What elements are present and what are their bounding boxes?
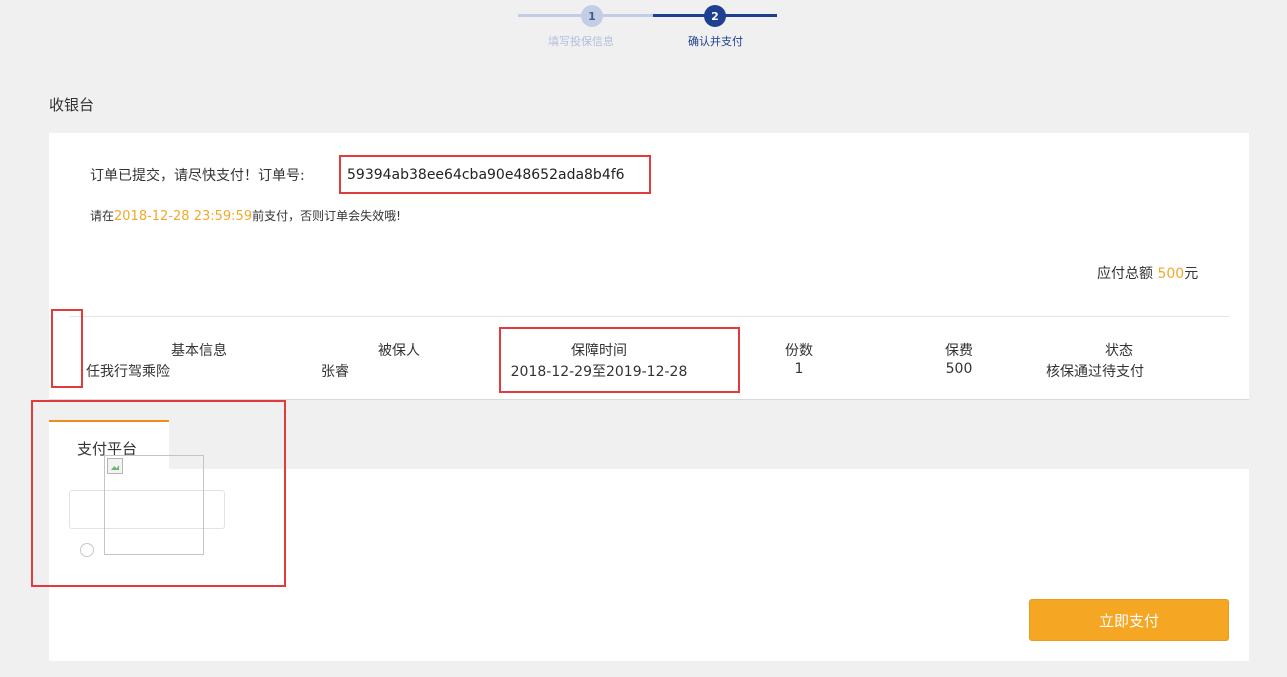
deadline-suffix: 前支付，否则订单会失效哦! xyxy=(252,209,401,223)
cashier-page: 1 2 填写投保信息 确认并支付 收银台 订单已提交，请尽快支付！订单号: 59… xyxy=(0,0,1287,677)
deadline-prefix: 请在 xyxy=(90,209,115,223)
step-2-circle: 2 xyxy=(704,5,726,27)
step-1-label: 填写投保信息 xyxy=(548,35,614,48)
annotation-box-payment xyxy=(31,400,286,587)
pay-now-button[interactable]: 立即支付 xyxy=(1029,599,1229,641)
total-amount: 500 xyxy=(1157,266,1185,282)
annotation-box-left xyxy=(51,309,83,388)
header-status: 状态 xyxy=(1105,343,1133,359)
total-amount-line: 应付总额 500元 xyxy=(1097,263,1198,283)
cell-insured: 张睿 xyxy=(321,364,349,380)
total-unit: 元 xyxy=(1184,266,1199,282)
header-copies: 份数 xyxy=(785,343,813,359)
header-basic-info: 基本信息 xyxy=(171,343,227,359)
step-indicator: 1 2 填写投保信息 确认并支付 xyxy=(0,0,1287,60)
header-premium: 保费 xyxy=(945,343,973,359)
payment-deadline: 请在2018-12-28 23:59:59前支付，否则订单会失效哦! xyxy=(90,207,401,224)
cell-status: 核保通过待支付 xyxy=(1046,364,1144,380)
step-2-label: 确认并支付 xyxy=(688,35,743,48)
cell-basic-info: 任我行驾乘险 xyxy=(86,364,170,380)
cell-copies: 1 xyxy=(794,361,804,377)
annotation-box-coverage xyxy=(499,327,740,393)
cell-premium: 500 xyxy=(945,361,973,377)
page-title: 收银台 xyxy=(49,96,95,114)
step-1-circle: 1 xyxy=(581,5,603,27)
order-number-value: 59394ab38ee64cba90e48652ada8b4f6 xyxy=(347,166,625,183)
order-submitted-text: 订单已提交，请尽快支付！订单号: xyxy=(90,168,305,184)
order-number: 59394ab38ee64cba90e48652ada8b4f6 xyxy=(339,155,651,194)
deadline-time: 2018-12-28 23:59:59 xyxy=(114,209,253,224)
divider xyxy=(69,316,1229,317)
header-insured: 被保人 xyxy=(378,343,420,359)
total-label: 应付总额 xyxy=(1097,266,1153,282)
